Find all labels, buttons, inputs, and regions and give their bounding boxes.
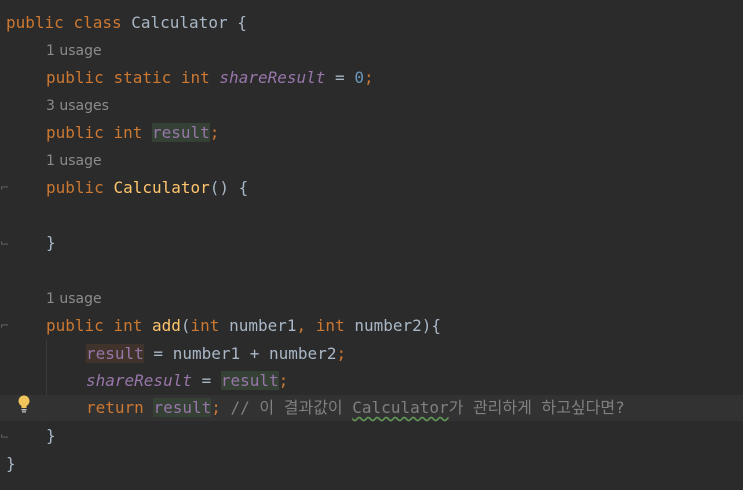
fold-end-icon[interactable]: ⌙ <box>0 423 9 449</box>
semicolon: ; <box>336 344 347 363</box>
usage-hint-constructor[interactable]: 1 usage <box>46 150 102 172</box>
open-brace: { <box>238 178 249 197</box>
type-int: int <box>113 123 143 142</box>
semicolon: ; <box>278 371 289 390</box>
code-line-add-body-1[interactable]: result = number1 + number2; <box>0 341 743 367</box>
lightbulb-icon[interactable] <box>17 395 31 413</box>
type-int: int <box>113 316 143 335</box>
code-line-result-decl[interactable]: public int result; <box>0 120 743 146</box>
expression: = number1 + number2 <box>143 344 337 363</box>
parens: () <box>209 178 230 197</box>
keyword-public: public <box>46 123 104 142</box>
number-literal: 0 <box>354 68 364 87</box>
code-line-constructor-close[interactable]: ⌙ } <box>0 230 743 256</box>
code-line-share-result-decl[interactable]: public static int shareResult = 0; <box>0 65 743 91</box>
keyword-static: static <box>113 68 172 87</box>
param-number1: number1 <box>229 316 297 335</box>
param-number2: number2 <box>354 316 422 335</box>
fold-end-icon[interactable]: ⌙ <box>0 230 9 256</box>
assign-operator: = <box>335 68 345 87</box>
keyword-public: public <box>46 316 104 335</box>
field-result: result <box>86 344 144 363</box>
usage-hint-result[interactable]: 3 usages <box>46 95 109 117</box>
code-line-constructor-decl[interactable]: ⌐ public Calculator() { <box>0 175 743 201</box>
code-line-add-body-2[interactable]: shareResult = result; <box>0 368 743 394</box>
class-name: Calculator <box>131 13 228 32</box>
semicolon: ; <box>363 68 374 87</box>
keyword-public: public <box>6 13 64 32</box>
type-int: int <box>180 68 210 87</box>
usage-hint-share-result[interactable]: 1 usage <box>46 40 102 62</box>
comma: , <box>296 316 307 335</box>
close-brace: } <box>6 454 16 473</box>
keyword-public: public <box>46 68 104 87</box>
semicolon: ; <box>209 123 220 142</box>
keyword-public: public <box>46 178 104 197</box>
semicolon: ; <box>211 398 221 417</box>
close-paren-brace: ){ <box>421 316 442 335</box>
field-result: result <box>153 398 212 417</box>
open-paren: ( <box>180 316 191 335</box>
fold-marker-icon[interactable]: ⌐ <box>0 175 9 201</box>
field-share-result: shareResult <box>86 371 192 390</box>
fold-marker-icon[interactable]: ⌐ <box>0 313 9 339</box>
open-brace: { <box>237 13 247 32</box>
comment-suffix: 가 관리하게 하고싶다면? <box>448 398 625 417</box>
code-line-class-close[interactable]: } <box>0 451 743 477</box>
method-name-add: add <box>151 316 181 335</box>
keyword-class: class <box>73 13 122 32</box>
keyword-return: return <box>86 398 144 417</box>
close-brace: } <box>46 233 56 252</box>
field-share-result: shareResult <box>219 68 326 87</box>
field-result: result <box>151 123 210 142</box>
param-type-int: int <box>190 316 220 335</box>
comment-typo-word[interactable]: Calculator <box>352 398 448 417</box>
code-line-add-body-3[interactable]: return result; // 이 결과값이 Calculator가 관리하… <box>0 395 743 421</box>
field-result: result <box>220 371 279 390</box>
code-line-class-decl[interactable]: public class Calculator { <box>0 10 743 36</box>
comment-prefix: // 이 결과값이 <box>220 398 353 417</box>
close-brace: } <box>46 426 56 445</box>
code-editor[interactable]: public class Calculator { 1 usage public… <box>0 0 743 490</box>
usage-hint-add[interactable]: 1 usage <box>46 288 102 310</box>
code-line-add-decl[interactable]: ⌐ public int add(int number1, int number… <box>0 313 743 339</box>
assign-operator: = <box>191 371 221 390</box>
code-line-add-close[interactable]: ⌙ } <box>0 423 743 449</box>
constructor-name: Calculator <box>113 178 210 197</box>
param-type-int: int <box>315 316 345 335</box>
